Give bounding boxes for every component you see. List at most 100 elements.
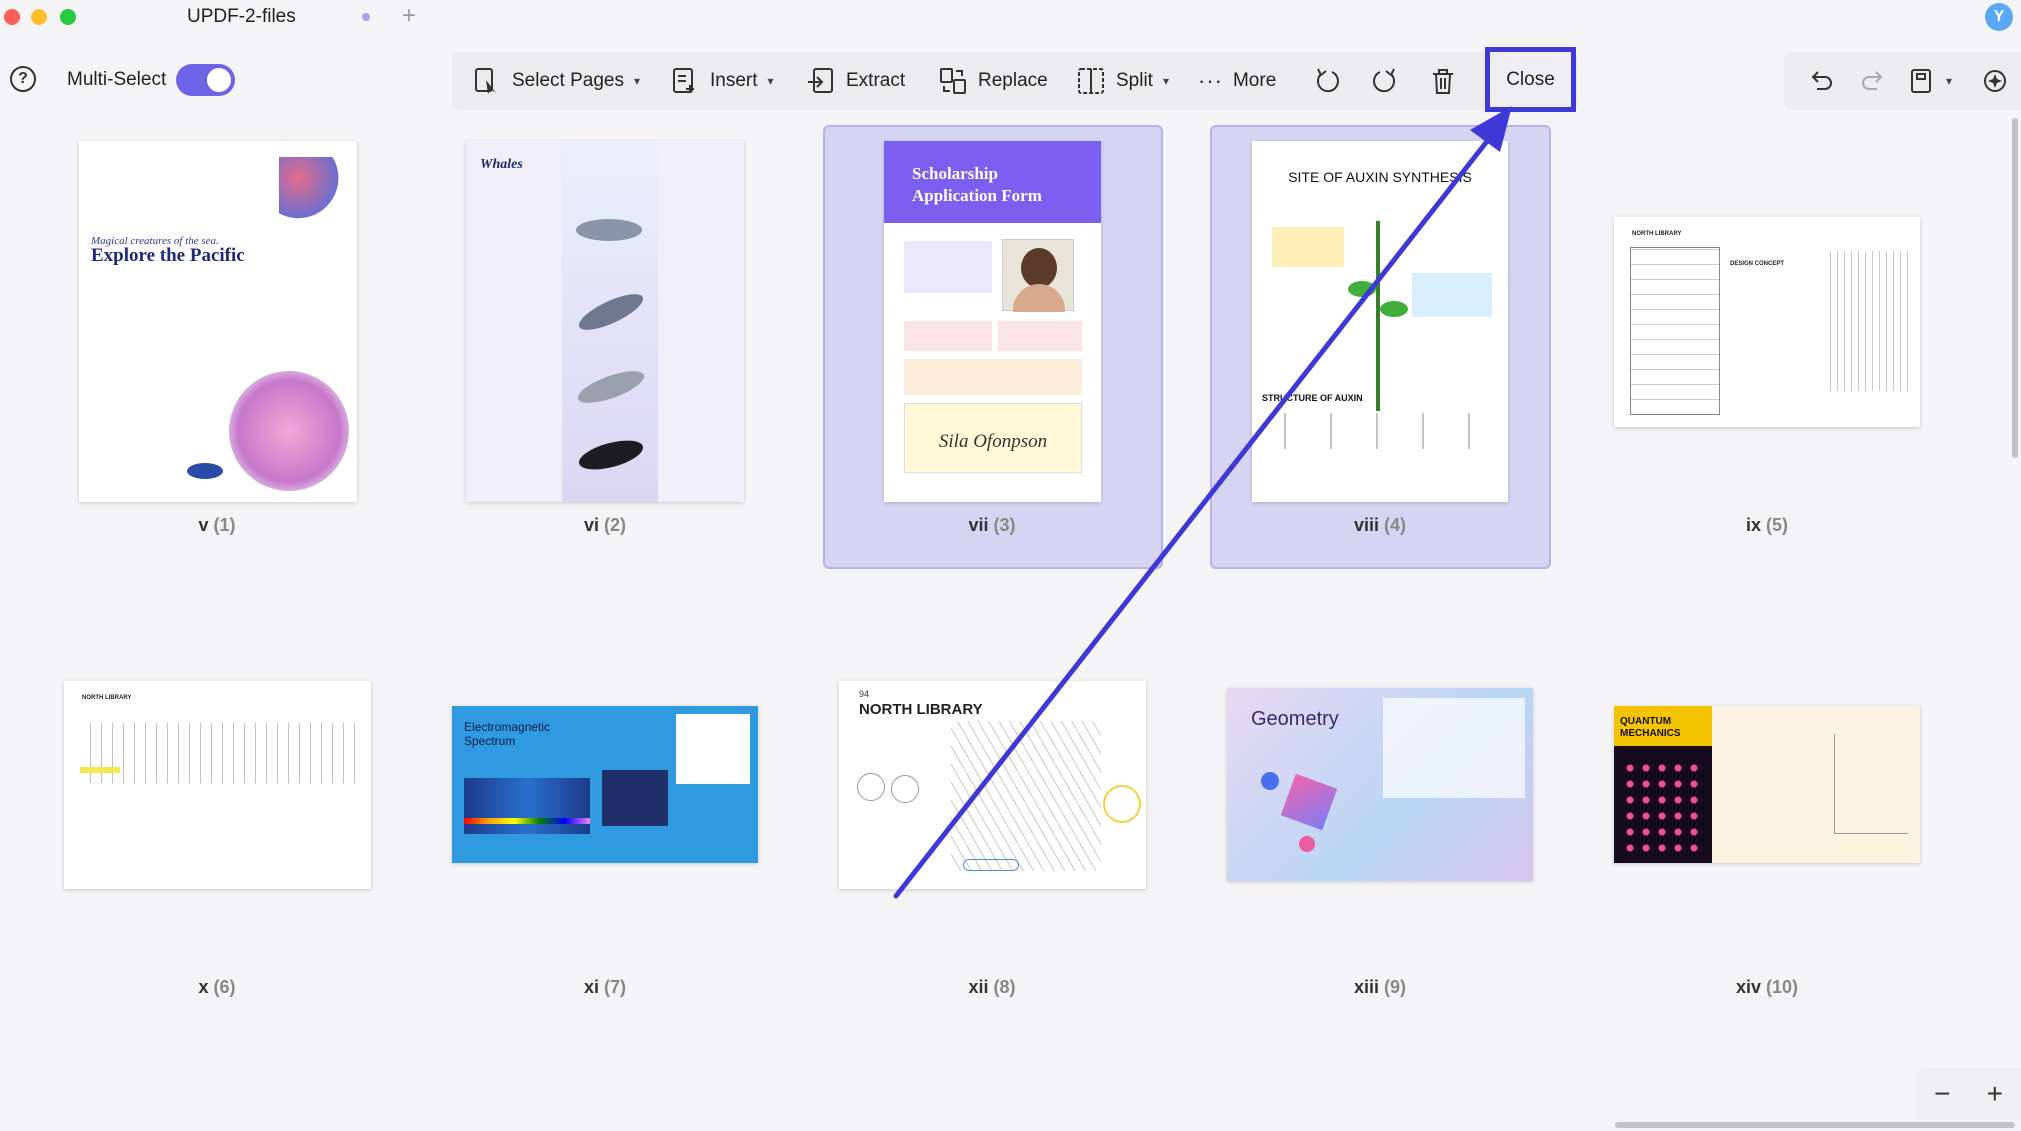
- form-field-box: [904, 321, 992, 351]
- replace-label: Replace: [978, 70, 1048, 91]
- more-dots-icon: ···: [1198, 68, 1223, 93]
- redo-icon: [1862, 71, 1883, 90]
- close-organize-button[interactable]: Close: [1485, 47, 1576, 112]
- replace-icon: [940, 68, 966, 94]
- ai-assistant-button[interactable]: [1980, 60, 2010, 102]
- geometry-sphere: [1299, 836, 1315, 852]
- thumb-title: SITE OF AUXIN SYNTHESIS: [1288, 169, 1472, 185]
- highlight-circle: [1103, 785, 1141, 823]
- rotate-left-icon: [1316, 68, 1339, 93]
- form-field-box: [998, 321, 1082, 351]
- floor-plan-drawing: [1630, 247, 1720, 415]
- insert-button[interactable]: Insert ▾: [670, 60, 774, 102]
- zoom-in-button[interactable]: +: [1987, 1078, 2003, 1110]
- leaf-illustration: [1348, 281, 1376, 297]
- chevron-down-icon: ▾: [1162, 74, 1169, 88]
- thumb-title: Scholarship Application Form: [912, 164, 1042, 205]
- chevron-down-icon: ▾: [767, 74, 774, 88]
- user-avatar[interactable]: Y: [1985, 3, 2013, 31]
- page-thumbnail[interactable]: QUANTUM MECHANICS: [1614, 706, 1920, 863]
- thumb-title: Geometry: [1251, 708, 1339, 730]
- note-box: [1412, 273, 1492, 317]
- title-bar: UPDF-2-files + Y: [0, 0, 2021, 34]
- page-thumbnail[interactable]: NORTH LIBRARY DESIGN CONCEPT: [1614, 217, 1920, 427]
- page-thumbnail[interactable]: Scholarship Application Form Sila Ofonps…: [884, 141, 1101, 502]
- rotate-right-button[interactable]: [1370, 60, 1400, 102]
- page-thumbnail[interactable]: Whales: [466, 141, 744, 502]
- thumb-title: NORTH LIBRARY: [1632, 231, 1682, 237]
- stamp-mark: [963, 859, 1019, 871]
- page-label: x (6): [198, 977, 236, 997]
- save-button[interactable]: ▾: [1906, 60, 1952, 102]
- sketch-circle: [857, 773, 885, 801]
- thumb-title: NORTH LIBRARY: [859, 701, 983, 718]
- help-icon[interactable]: ?: [10, 66, 36, 92]
- multi-select-label: Multi-Select: [67, 69, 167, 90]
- chevron-down-icon: ▾: [633, 74, 640, 88]
- extract-icon: [808, 68, 833, 93]
- undo-icon: [1811, 71, 1832, 90]
- vertical-scrollbar[interactable]: [2012, 118, 2018, 458]
- page-label: viii (4): [1353, 515, 1407, 535]
- page-thumbnail[interactable]: Magical creatures of the sea. Explore th…: [79, 141, 357, 502]
- more-label: More: [1232, 70, 1277, 91]
- rotate-left-button[interactable]: [1312, 60, 1342, 102]
- new-tab-button[interactable]: +: [402, 2, 416, 30]
- sketch-circle: [891, 775, 919, 803]
- plant-stem: [1376, 221, 1380, 411]
- spectrum-bar: [464, 818, 590, 824]
- page-label: xiv (10): [1735, 977, 1799, 997]
- horizontal-scrollbar[interactable]: [1615, 1122, 2015, 1128]
- highlight-mark: [80, 767, 120, 773]
- page-thumbnail[interactable]: NORTH LIBRARY: [64, 681, 371, 889]
- page-label: xii (8): [968, 977, 1016, 997]
- diagram-panel: [602, 770, 668, 826]
- multi-select-toggle[interactable]: [176, 64, 235, 96]
- select-pages-label: Select Pages: [512, 70, 624, 91]
- page-label: vi (2): [583, 515, 627, 535]
- applicant-photo: [1002, 239, 1074, 312]
- geometry-sphere: [1261, 772, 1279, 790]
- page-label: xi (7): [583, 977, 627, 997]
- split-label: Split: [1116, 70, 1153, 91]
- redo-button[interactable]: [1858, 60, 1888, 102]
- page-thumbnail[interactable]: Geometry: [1227, 688, 1533, 881]
- page-label: vii (3): [968, 515, 1016, 535]
- thumb-title: NORTH LIBRARY: [82, 695, 132, 701]
- zoom-controls: − +: [1916, 1068, 2021, 1120]
- note-box: [1272, 227, 1344, 267]
- graph-panel: [676, 714, 750, 784]
- thumb-subtitle: STRUCTURE OF AUXIN: [1262, 393, 1363, 403]
- window-maximize-button[interactable]: [60, 9, 76, 25]
- page-thumbnail[interactable]: SITE OF AUXIN SYNTHESIS STRUCTURE OF AUX…: [1252, 141, 1508, 502]
- select-pages-button[interactable]: Select Pages ▾: [472, 60, 640, 102]
- orbital-pattern: [1622, 760, 1706, 856]
- organize-toolbar: ? Multi-Select Select Pages ▾ Insert ▾ E…: [0, 44, 2021, 116]
- geometry-shape: [1280, 773, 1338, 831]
- save-icon: [1911, 69, 1931, 93]
- window-close-button[interactable]: [4, 9, 20, 25]
- split-button[interactable]: Split ▾: [1076, 60, 1169, 102]
- page-tools-group: Select Pages ▾ Insert ▾ Extract Replace …: [452, 52, 1578, 110]
- thumb-subtitle: DESIGN CONCEPT: [1730, 261, 1785, 267]
- coral-illustration: [279, 157, 343, 227]
- extract-button[interactable]: Extract: [806, 60, 905, 102]
- thumb-title: QUANTUM MECHANICS: [1620, 716, 1681, 739]
- more-button[interactable]: ··· More: [1198, 60, 1276, 102]
- insert-icon: [673, 68, 694, 93]
- undo-button[interactable]: [1806, 60, 1836, 102]
- chemical-structures: [1264, 413, 1496, 449]
- page-thumbnail[interactable]: Electromagnetic Spectrum: [452, 706, 758, 863]
- page-thumbnail[interactable]: 94 NORTH LIBRARY: [839, 681, 1146, 889]
- delete-button[interactable]: [1428, 60, 1458, 102]
- thumb-title: Whales: [480, 157, 523, 172]
- insert-label: Insert: [710, 70, 758, 91]
- leaf-illustration: [1380, 301, 1408, 317]
- zoom-out-button[interactable]: −: [1934, 1078, 1950, 1110]
- window-minimize-button[interactable]: [31, 9, 47, 25]
- thumb-page-number: 94: [859, 689, 870, 699]
- document-tab-title[interactable]: UPDF-2-files: [187, 6, 296, 28]
- thumb-title: Explore the Pacific: [91, 245, 245, 266]
- chevron-down-icon: ▾: [1946, 74, 1953, 88]
- replace-button[interactable]: Replace: [938, 60, 1048, 102]
